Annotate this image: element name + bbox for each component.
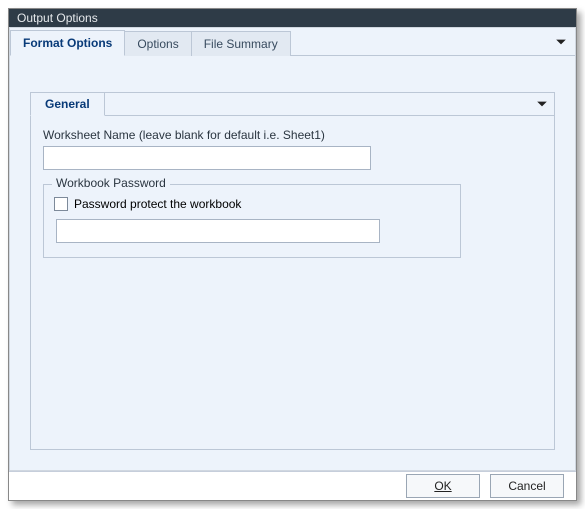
ok-button[interactable]: OK	[406, 474, 480, 498]
tab-label: Format Options	[23, 36, 112, 50]
tab-file-summary[interactable]: File Summary	[191, 31, 291, 56]
password-protect-checkbox[interactable]	[54, 197, 68, 211]
worksheet-name-input[interactable]	[43, 146, 371, 170]
worksheet-name-label: Worksheet Name (leave blank for default …	[43, 128, 542, 142]
format-options-body: General Worksheet Name (leave blank for …	[10, 56, 575, 470]
output-options-dialog: Output Options Format Options Options Fi…	[8, 8, 577, 501]
workbook-password-legend: Workbook Password	[52, 176, 170, 190]
dialog-footer: OK Cancel	[9, 471, 576, 500]
ok-button-label: OK	[434, 479, 451, 493]
outer-tabstrip: Format Options Options File Summary	[10, 28, 575, 56]
tab-label: General	[45, 97, 90, 111]
tab-options[interactable]: Options	[124, 31, 191, 56]
titlebar: Output Options	[9, 9, 576, 27]
inner-tabstrip: General	[31, 92, 554, 116]
tab-general[interactable]: General	[30, 92, 105, 116]
tab-label: File Summary	[204, 37, 278, 51]
password-protect-row: Password protect the workbook	[54, 197, 450, 211]
chevron-down-icon	[555, 36, 567, 48]
workbook-password-input[interactable]	[56, 219, 380, 243]
cancel-button[interactable]: Cancel	[490, 474, 564, 498]
window-title: Output Options	[17, 11, 98, 25]
cancel-button-label: Cancel	[508, 479, 545, 493]
chevron-down-icon	[536, 98, 548, 110]
workbook-password-group: Workbook Password Password protect the w…	[43, 184, 461, 258]
inner-tabstrip-overflow-button[interactable]	[534, 96, 550, 112]
inner-panel: General Worksheet Name (leave blank for …	[30, 92, 555, 450]
password-protect-label: Password protect the workbook	[74, 197, 241, 211]
tabstrip-overflow-button[interactable]	[553, 34, 569, 50]
general-body: Worksheet Name (leave blank for default …	[31, 116, 554, 270]
tab-format-options[interactable]: Format Options	[10, 30, 125, 56]
content-area: Format Options Options File Summary Gene…	[9, 27, 576, 471]
tab-label: Options	[137, 37, 178, 51]
